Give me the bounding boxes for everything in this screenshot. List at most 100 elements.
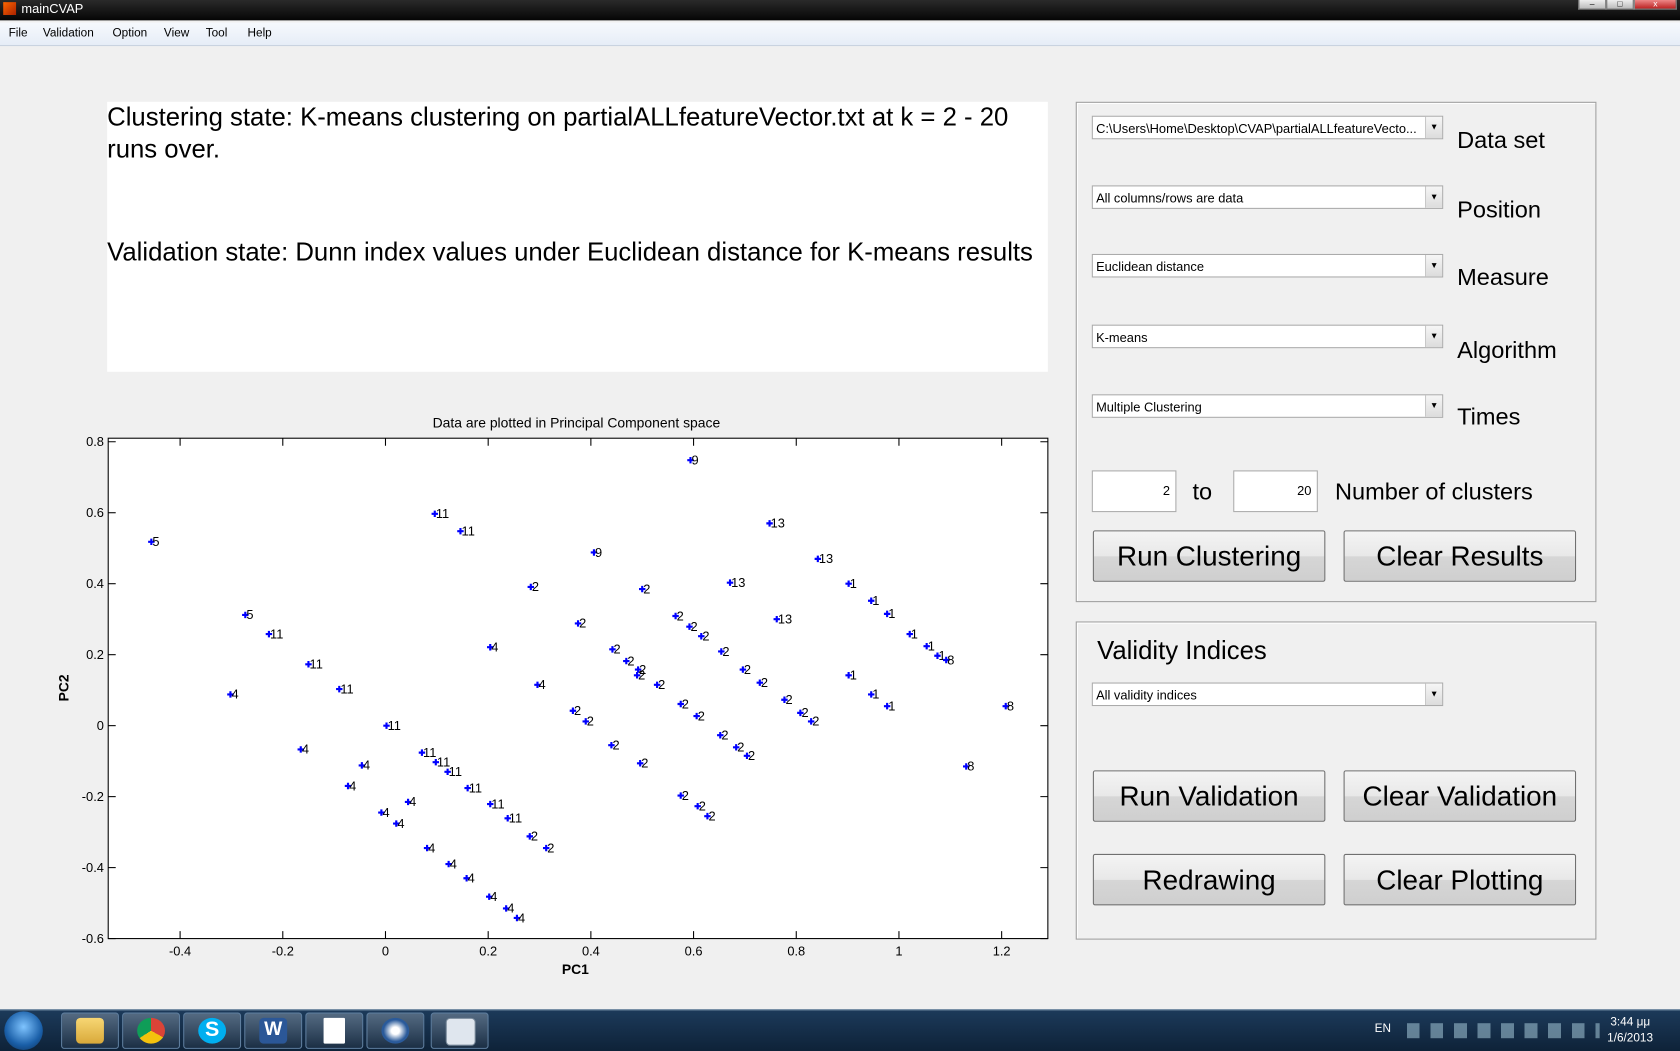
y-tick-label: 0.4 (86, 576, 104, 591)
taskbar-word[interactable]: W (244, 1012, 303, 1049)
taskbar-explorer[interactable] (61, 1012, 119, 1049)
menu-file[interactable]: File (9, 27, 28, 40)
point-label: 8 (947, 652, 954, 667)
run-validation-button[interactable]: Run Validation (1092, 770, 1326, 822)
menu-option[interactable]: Option (113, 27, 148, 40)
x-tick-label: 0.8 (787, 944, 805, 959)
clock-date[interactable]: 1/6/2013 (1607, 1032, 1653, 1045)
window-icon (445, 1017, 476, 1046)
y-axis-label: PC2 (56, 674, 72, 701)
dataset-dropdown[interactable]: C:\Users\Home\Desktop\CVAP\partialALLfea… (1091, 115, 1444, 140)
redrawing-button[interactable]: Redrawing (1092, 853, 1326, 906)
dataset-label: Data set (1457, 126, 1545, 154)
plot-area (107, 437, 1049, 940)
position-label: Position (1457, 196, 1542, 223)
algorithm-dropdown[interactable]: K-means ▼ (1091, 324, 1444, 349)
point-label: 2 (748, 748, 755, 763)
point-label: 2 (722, 644, 729, 659)
point-label: 11 (340, 681, 353, 696)
point-label: 2 (698, 708, 705, 723)
y-tick-label: 0.8 (86, 434, 104, 449)
folder-icon (76, 1017, 104, 1044)
measure-value: Euclidean distance (1096, 259, 1205, 275)
taskbar-matlab[interactable] (366, 1012, 425, 1049)
screen: mainCVAP – □ x File Validation Option Vi… (0, 0, 1680, 1051)
minimize-button[interactable]: – (1578, 0, 1607, 10)
point-label: 2 (682, 788, 689, 803)
point-label: 2 (612, 737, 619, 752)
taskbar-skype[interactable]: S (183, 1012, 242, 1049)
point-label: 2 (761, 675, 768, 690)
start-button[interactable] (4, 1011, 43, 1051)
validity-indices-title: Validity Indices (1097, 636, 1267, 666)
menu-tool[interactable]: Tool (206, 27, 228, 40)
x-tick-label: 0.6 (685, 944, 703, 959)
times-label: Times (1457, 402, 1521, 430)
point-label: 4 (491, 640, 498, 655)
chevron-down-icon[interactable]: ▼ (1425, 683, 1443, 706)
point-label: 4 (349, 778, 356, 793)
point-label: 1 (888, 698, 895, 713)
menu-view[interactable]: View (164, 27, 189, 40)
point-label: 2 (721, 728, 728, 743)
menu-validation[interactable]: Validation (43, 27, 94, 40)
clear-plotting-button[interactable]: Clear Plotting (1343, 853, 1577, 906)
point-label: 2 (699, 798, 706, 813)
point-label: 2 (614, 642, 621, 657)
taskbar-document[interactable] (305, 1012, 364, 1049)
point-label: 2 (801, 705, 808, 720)
point-label: 2 (641, 756, 648, 771)
point-label: 4 (382, 805, 389, 820)
word-icon: W (259, 1017, 288, 1044)
menu-help[interactable]: Help (248, 27, 272, 40)
point-label: 2 (812, 714, 819, 729)
point-label: 11 (449, 764, 462, 779)
taskbar: S W EN 3:44 μμ 1/6/2013 (0, 1009, 1680, 1051)
taskbar-chrome[interactable] (122, 1012, 181, 1049)
chevron-down-icon[interactable]: ▼ (1425, 395, 1443, 417)
point-label: 2 (531, 829, 538, 844)
algorithm-label: Algorithm (1457, 336, 1557, 364)
point-label: 4 (363, 758, 370, 773)
point-label: 4 (302, 742, 309, 757)
tray-icons[interactable] (1406, 1023, 1600, 1039)
validity-index-dropdown[interactable]: All validity indices ▼ (1091, 682, 1444, 707)
document-icon (323, 1017, 346, 1044)
times-value: Multiple Clustering (1096, 399, 1202, 415)
x-axis-label: PC1 (562, 961, 589, 977)
status-text-box: Clustering state: K-means clustering on … (107, 101, 1048, 372)
point-label: 4 (490, 889, 497, 904)
y-tick-label: 0 (97, 718, 104, 733)
times-dropdown[interactable]: Multiple Clustering ▼ (1091, 394, 1444, 418)
point-label: 11 (509, 811, 522, 826)
pca-scatter-plot: Data are plotted in Principal Component … (56, 415, 1049, 977)
point-label: 1 (928, 638, 935, 653)
close-button[interactable]: x (1633, 0, 1677, 10)
chevron-down-icon[interactable]: ▼ (1425, 325, 1443, 348)
point-label: 2 (532, 579, 539, 594)
clock-time[interactable]: 3:44 μμ (1610, 1016, 1650, 1029)
point-label: 4 (450, 856, 457, 871)
point-label: 1 (872, 687, 879, 702)
point-label: 1 (911, 626, 918, 641)
taskbar-cvap-window[interactable] (430, 1012, 489, 1049)
language-indicator[interactable]: EN (1375, 1022, 1391, 1035)
point-label: 13 (731, 575, 745, 590)
x-tick-label: 0.4 (582, 944, 600, 959)
y-tick-label: -0.2 (82, 789, 104, 804)
maximize-button[interactable]: □ (1606, 0, 1634, 10)
position-dropdown[interactable]: All columns/rows are data ▼ (1091, 185, 1444, 209)
clear-validation-button[interactable]: Clear Validation (1343, 770, 1577, 822)
measure-dropdown[interactable]: Euclidean distance ▼ (1091, 253, 1444, 278)
chevron-down-icon[interactable]: ▼ (1425, 186, 1443, 208)
chevron-down-icon[interactable]: ▼ (1425, 255, 1443, 277)
clear-results-button[interactable]: Clear Results (1343, 530, 1577, 582)
point-label: 2 (574, 703, 581, 718)
run-clustering-button[interactable]: Run Clustering (1092, 530, 1326, 582)
point-label: 11 (310, 657, 323, 672)
y-tick-label: -0.4 (82, 860, 104, 875)
k-from-input[interactable]: 2 (1091, 470, 1177, 513)
k-to-input[interactable]: 20 (1233, 470, 1318, 513)
position-value: All columns/rows are data (1096, 190, 1244, 206)
chevron-down-icon[interactable]: ▼ (1425, 116, 1443, 139)
